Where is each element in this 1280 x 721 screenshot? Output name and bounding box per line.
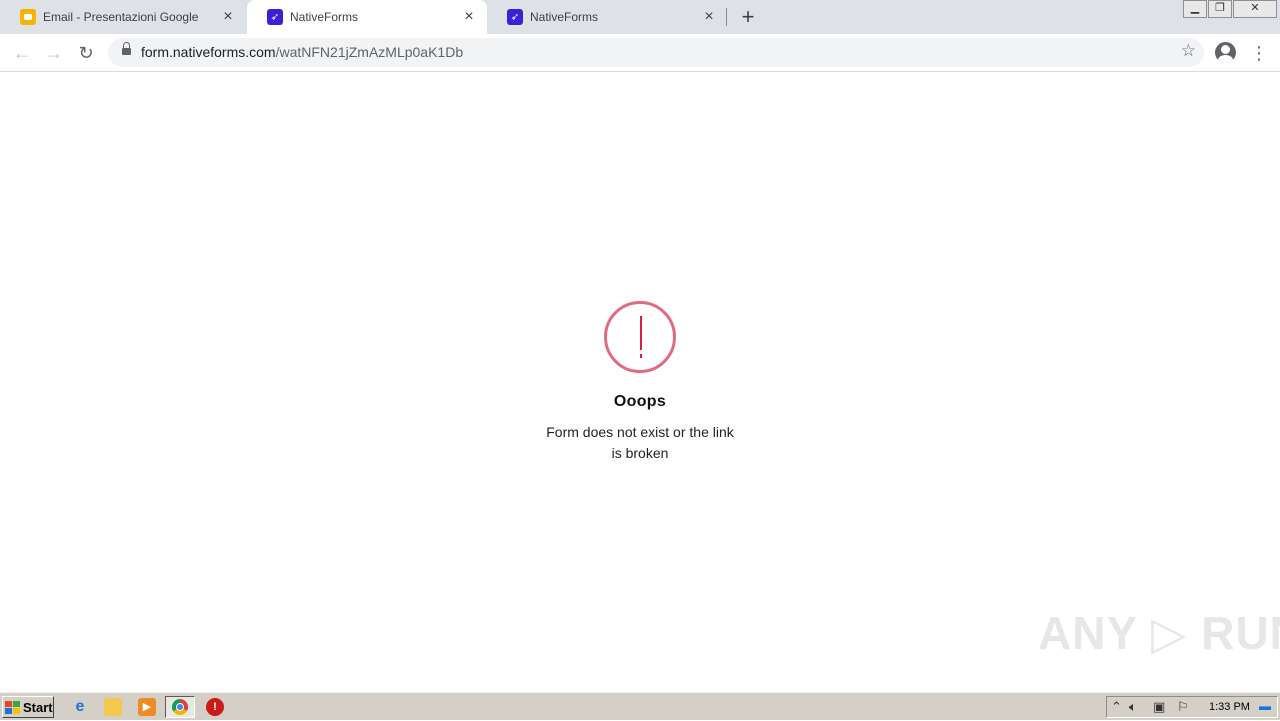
anyrun-watermark: ANY ▷ RUN: [1038, 607, 1280, 659]
tab-title: NativeForms: [530, 10, 599, 24]
url-text[interactable]: form.nativeforms.com/watNFN21jZmAzMLp0aK…: [141, 44, 463, 60]
address-bar[interactable]: form.nativeforms.com/watNFN21jZmAzMLp0aK…: [108, 38, 1204, 67]
error-message: Form does not exist or the link is broke…: [535, 422, 745, 464]
profile-avatar-icon[interactable]: [1215, 42, 1236, 63]
tab-nativeforms-active[interactable]: ➶ NativeForms ×: [247, 0, 487, 34]
tab-title: NativeForms: [290, 10, 359, 24]
restore-button[interactable]: ❐: [1208, 0, 1232, 18]
error-exclamation-icon: [604, 301, 676, 373]
nativeforms-icon: ➶: [267, 9, 283, 25]
reload-button[interactable]: ↻: [74, 41, 98, 65]
start-label: Start: [23, 699, 53, 715]
action-center-flag-icon[interactable]: ⚐: [1177, 699, 1189, 715]
stop-sign-icon[interactable]: !: [206, 698, 224, 716]
tab-title: Email - Presentazioni Google: [43, 10, 199, 24]
tab-nativeforms[interactable]: ➶ NativeForms ×: [487, 0, 727, 34]
show-desktop-icon[interactable]: ▬: [1259, 699, 1271, 713]
tab-email-presentazioni[interactable]: Email - Presentazioni Google ×: [0, 0, 246, 34]
system-tray: ⌃ 🔈︎ ▣ ⚐ 1:33 PM ▬: [1106, 696, 1278, 718]
more-menu-icon[interactable]: ⋮: [1250, 41, 1268, 65]
internet-explorer-icon[interactable]: e: [71, 698, 89, 716]
lock-icon: [122, 42, 131, 56]
url-host: form.nativeforms.com: [141, 44, 276, 60]
tab-strip: Email - Presentazioni Google × ➶ NativeF…: [0, 0, 1280, 34]
tab-separator: [726, 8, 727, 26]
close-icon[interactable]: ×: [220, 9, 236, 25]
close-icon[interactable]: ×: [461, 9, 477, 25]
new-tab-button[interactable]: +: [738, 6, 758, 28]
taskbar-clock[interactable]: 1:33 PM: [1209, 701, 1250, 713]
media-player-icon[interactable]: ▶: [138, 698, 156, 716]
chrome-taskbar-button[interactable]: [165, 696, 195, 718]
forward-button[interactable]: →: [42, 41, 66, 65]
url-path: /watNFN21jZmAzMLp0aK1Db: [275, 44, 464, 60]
browser-toolbar: ← → ↻ form.nativeforms.com/watNFN21jZmAz…: [0, 34, 1280, 72]
bookmark-star-icon[interactable]: ☆: [1181, 41, 1196, 61]
volume-icon[interactable]: 🔈︎: [1129, 699, 1137, 715]
chrome-icon: [172, 699, 188, 715]
error-message-line-2: is broken: [611, 445, 669, 461]
page-content: Ooops Form does not exist or the link is…: [0, 72, 1280, 692]
network-icon[interactable]: ▣: [1153, 699, 1165, 715]
close-icon[interactable]: ×: [701, 9, 717, 25]
windows-logo-icon: [5, 700, 20, 714]
error-title: Ooops: [613, 393, 667, 410]
google-slides-icon: [20, 9, 36, 25]
start-button[interactable]: Start: [2, 696, 54, 718]
back-button[interactable]: ←: [10, 41, 34, 65]
nativeforms-icon: ➶: [507, 9, 523, 25]
tray-expand-icon[interactable]: ⌃: [1111, 699, 1122, 715]
file-explorer-icon[interactable]: [104, 698, 122, 716]
windows-taskbar: Start e ▶ ! ⌃ 🔈︎ ▣ ⚐ 1:33 PM ▬: [0, 692, 1280, 720]
minimize-button[interactable]: ▁: [1183, 0, 1207, 18]
close-window-button[interactable]: ✕: [1233, 0, 1277, 18]
error-message-line-1: Form does not exist or the link: [546, 424, 734, 440]
